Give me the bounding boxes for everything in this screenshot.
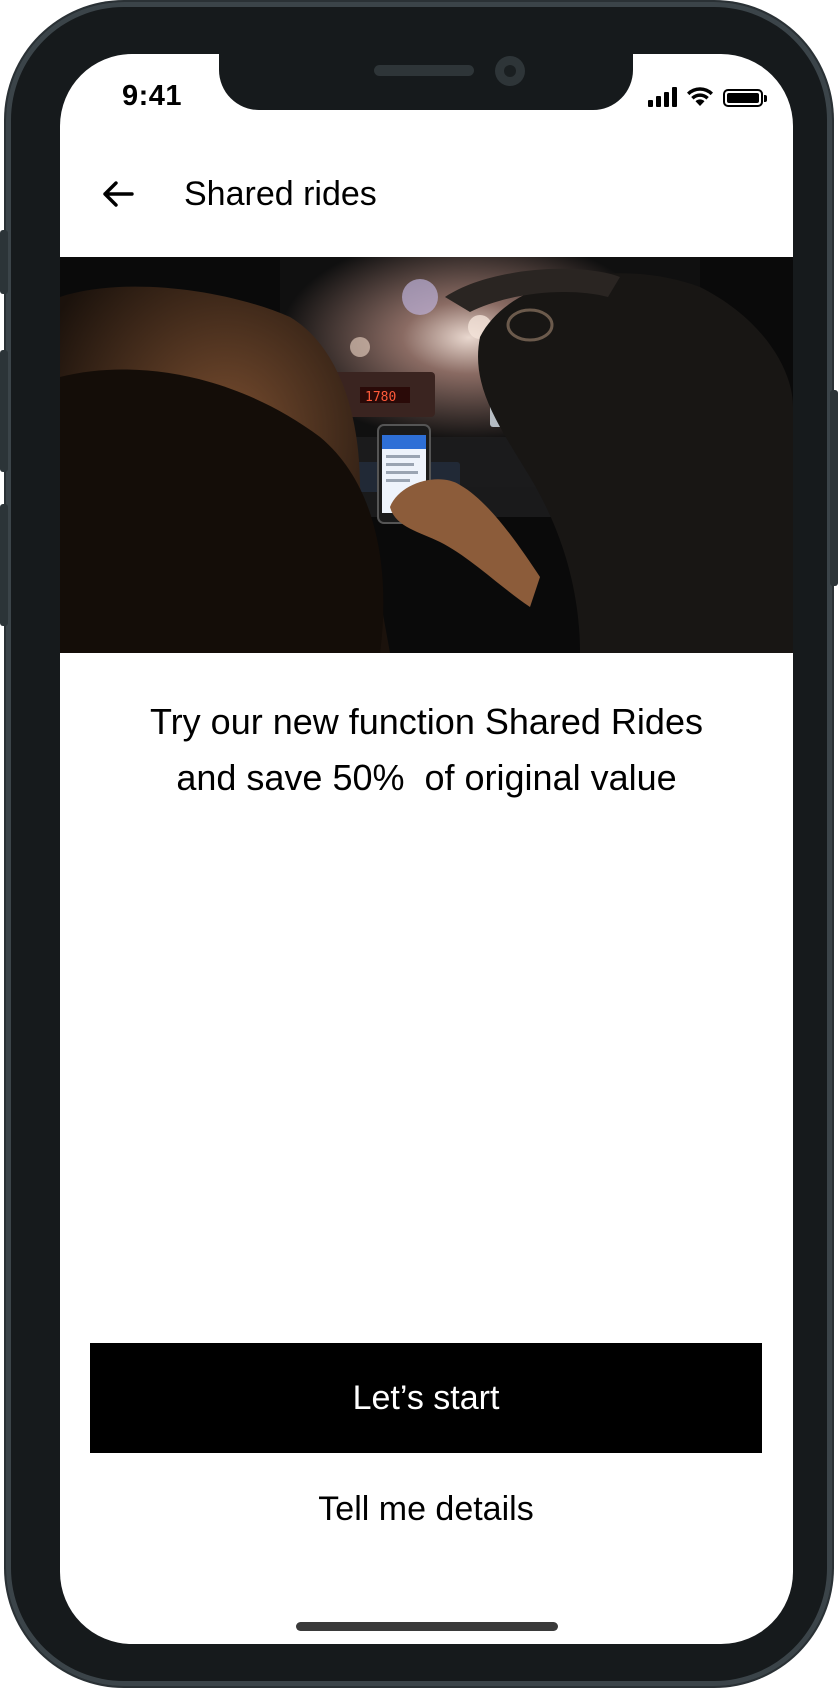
battery-icon xyxy=(723,89,767,107)
volume-down-button xyxy=(0,504,8,626)
power-button xyxy=(830,390,838,586)
cellular-signal-icon xyxy=(648,87,677,107)
phone-frame: 9:41 Shared rides 1780 Try our new funct… xyxy=(0,2,838,1686)
volume-up-button xyxy=(0,350,8,472)
speaker-grille xyxy=(374,65,474,76)
lets-start-button[interactable]: Let’s start xyxy=(90,1343,762,1453)
promo-line-2: and save 50% of original value xyxy=(176,757,677,798)
arrow-left-icon[interactable] xyxy=(98,174,138,214)
svg-text:1780: 1780 xyxy=(365,390,396,405)
wifi-icon xyxy=(687,87,713,106)
promo-headline: Try our new function Shared Rides and sa… xyxy=(80,694,773,806)
hero-image: 1780 xyxy=(60,257,793,653)
page-title: Shared rides xyxy=(184,175,377,213)
notch xyxy=(219,54,633,110)
promo-line-1: Try our new function Shared Rides xyxy=(150,701,703,742)
phone-screen: 9:41 Shared rides 1780 Try our new funct… xyxy=(60,54,793,1644)
status-time: 9:41 xyxy=(122,80,183,112)
front-camera xyxy=(495,56,525,86)
app-header: Shared rides xyxy=(60,144,793,244)
silent-switch xyxy=(0,230,8,294)
tell-me-details-button[interactable]: Tell me details xyxy=(90,1459,762,1559)
status-icons xyxy=(648,86,767,107)
home-indicator[interactable] xyxy=(296,1622,558,1631)
